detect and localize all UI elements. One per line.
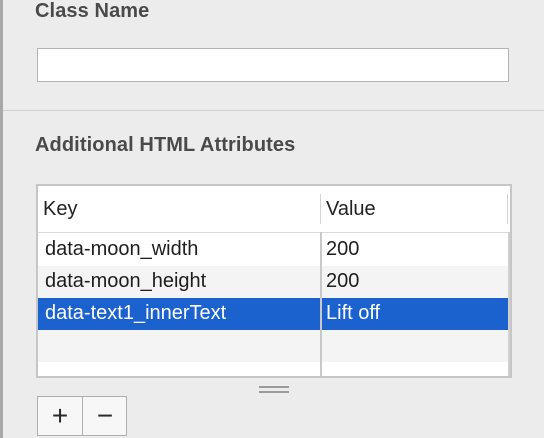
row-key-cell[interactable]: data-moon_height [45, 270, 206, 293]
empty-table-row[interactable] [38, 330, 510, 362]
table-row[interactable]: data-moon_width 200 [38, 234, 510, 266]
plus-icon: + [51, 400, 69, 431]
row-value-cell[interactable]: Lift off [326, 302, 380, 325]
row-key-cell[interactable]: data-text1_innerText [45, 302, 226, 325]
add-attribute-button[interactable]: + [38, 397, 82, 435]
resize-grip-icon[interactable] [259, 386, 289, 394]
empty-table-row[interactable] [38, 362, 510, 376]
table-row[interactable]: data-moon_height 200 [38, 266, 510, 298]
header-right-separator [507, 194, 508, 224]
column-header-key[interactable]: Key [43, 198, 77, 221]
section-divider [3, 110, 544, 111]
header-column-separator[interactable] [320, 194, 321, 224]
column-separator [320, 232, 322, 376]
row-key-cell[interactable]: data-moon_width [45, 238, 198, 261]
minus-icon: − [96, 400, 114, 431]
panel-left-border [0, 0, 3, 438]
row-value-cell[interactable]: 200 [326, 238, 359, 261]
remove-attribute-button[interactable]: − [83, 397, 127, 435]
row-value-cell[interactable]: 200 [326, 270, 359, 293]
additional-html-attributes-heading: Additional HTML Attributes [35, 134, 296, 156]
table-row-selected[interactable]: data-text1_innerText Lift off [38, 298, 510, 330]
class-name-input[interactable] [37, 48, 509, 82]
class-name-heading: Class Name [35, 0, 150, 22]
column-header-value[interactable]: Value [326, 198, 376, 221]
table-header: Key Value [38, 186, 510, 233]
table-right-border [508, 232, 510, 376]
add-remove-button-group: + − [37, 396, 127, 436]
attributes-table[interactable]: Key Value data-moon_width 200 data-moon_… [36, 184, 512, 378]
